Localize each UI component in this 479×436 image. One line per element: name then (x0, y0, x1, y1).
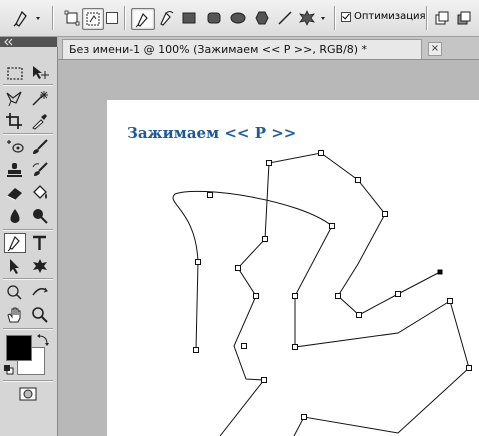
work-path-outline (172, 152, 470, 436)
pen-work-path[interactable] (0, 0, 479, 436)
path-anchor-points[interactable] (193, 150, 472, 420)
active-anchor-point[interactable] (437, 269, 443, 275)
